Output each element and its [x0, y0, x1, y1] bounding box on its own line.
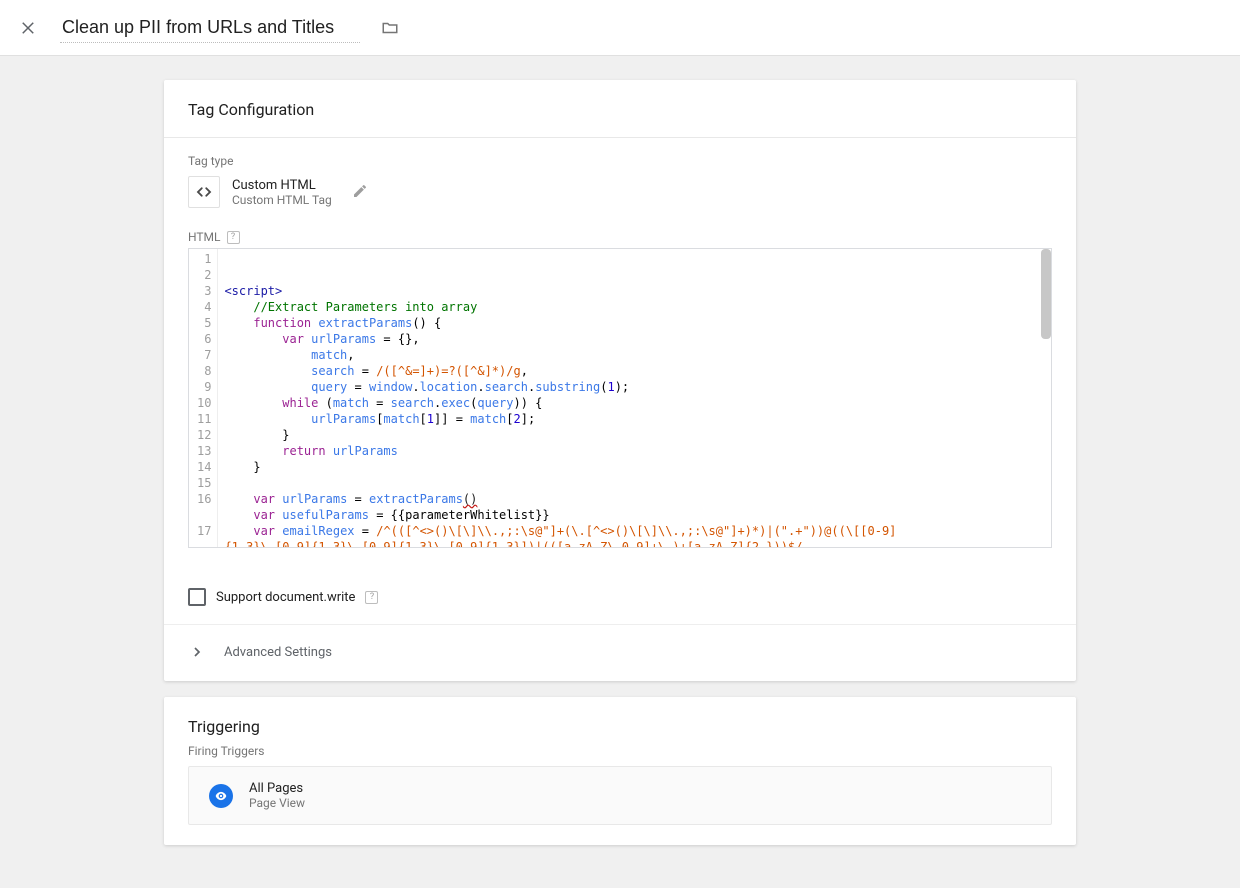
advanced-settings-label: Advanced Settings — [224, 645, 332, 660]
tag-type-row[interactable]: Custom HTML Custom HTML Tag — [188, 176, 1052, 208]
trigger-type: Page View — [249, 796, 305, 810]
code-area[interactable]: <script> //Extract Parameters into array… — [218, 249, 1051, 547]
support-document-write-row: Support document.write ? — [164, 568, 1076, 624]
tag-config-card: Tag Configuration Tag type Custom HTML C… — [164, 80, 1076, 681]
help-icon[interactable]: ? — [227, 231, 240, 244]
eye-icon — [209, 784, 233, 808]
trigger-text: All Pages Page View — [249, 781, 305, 810]
triggering-body: Firing Triggers All Pages Page View — [164, 744, 1076, 845]
advanced-settings-toggle[interactable]: Advanced Settings — [164, 625, 1076, 681]
chevron-right-icon — [188, 643, 206, 661]
html-code-editor[interactable]: 1234567891011121314151617 <script> //Ext… — [188, 248, 1052, 548]
folder-icon[interactable] — [380, 18, 400, 38]
tag-config-title: Tag Configuration — [164, 80, 1076, 138]
scrollbar-thumb[interactable] — [1041, 249, 1051, 339]
firing-triggers-label: Firing Triggers — [188, 744, 1052, 758]
html-label: HTML — [188, 230, 221, 244]
close-icon[interactable] — [16, 16, 40, 40]
trigger-row[interactable]: All Pages Page View — [188, 766, 1052, 825]
tag-type-label: Tag type — [188, 154, 1052, 168]
page-content: Tag Configuration Tag type Custom HTML C… — [0, 56, 1240, 888]
edit-pencil-icon[interactable] — [352, 183, 370, 201]
tag-type-text: Custom HTML Custom HTML Tag — [232, 178, 332, 207]
code-brackets-icon — [188, 176, 220, 208]
support-document-write-checkbox[interactable] — [188, 588, 206, 606]
tag-type-sub: Custom HTML Tag — [232, 193, 332, 207]
header-bar — [0, 0, 1240, 56]
code-gutter: 1234567891011121314151617 — [189, 249, 218, 547]
tag-type-name: Custom HTML — [232, 178, 332, 193]
html-label-row: HTML ? — [188, 230, 1052, 244]
trigger-name: All Pages — [249, 781, 305, 796]
help-icon[interactable]: ? — [365, 591, 378, 604]
triggering-card: Triggering Firing Triggers All Pages Pag… — [164, 697, 1076, 845]
tag-config-body: Tag type Custom HTML Custom HTML Tag — [164, 138, 1076, 568]
tag-title-input[interactable] — [60, 13, 360, 43]
support-document-write-label: Support document.write — [216, 590, 355, 605]
triggering-title: Triggering — [164, 697, 1076, 744]
